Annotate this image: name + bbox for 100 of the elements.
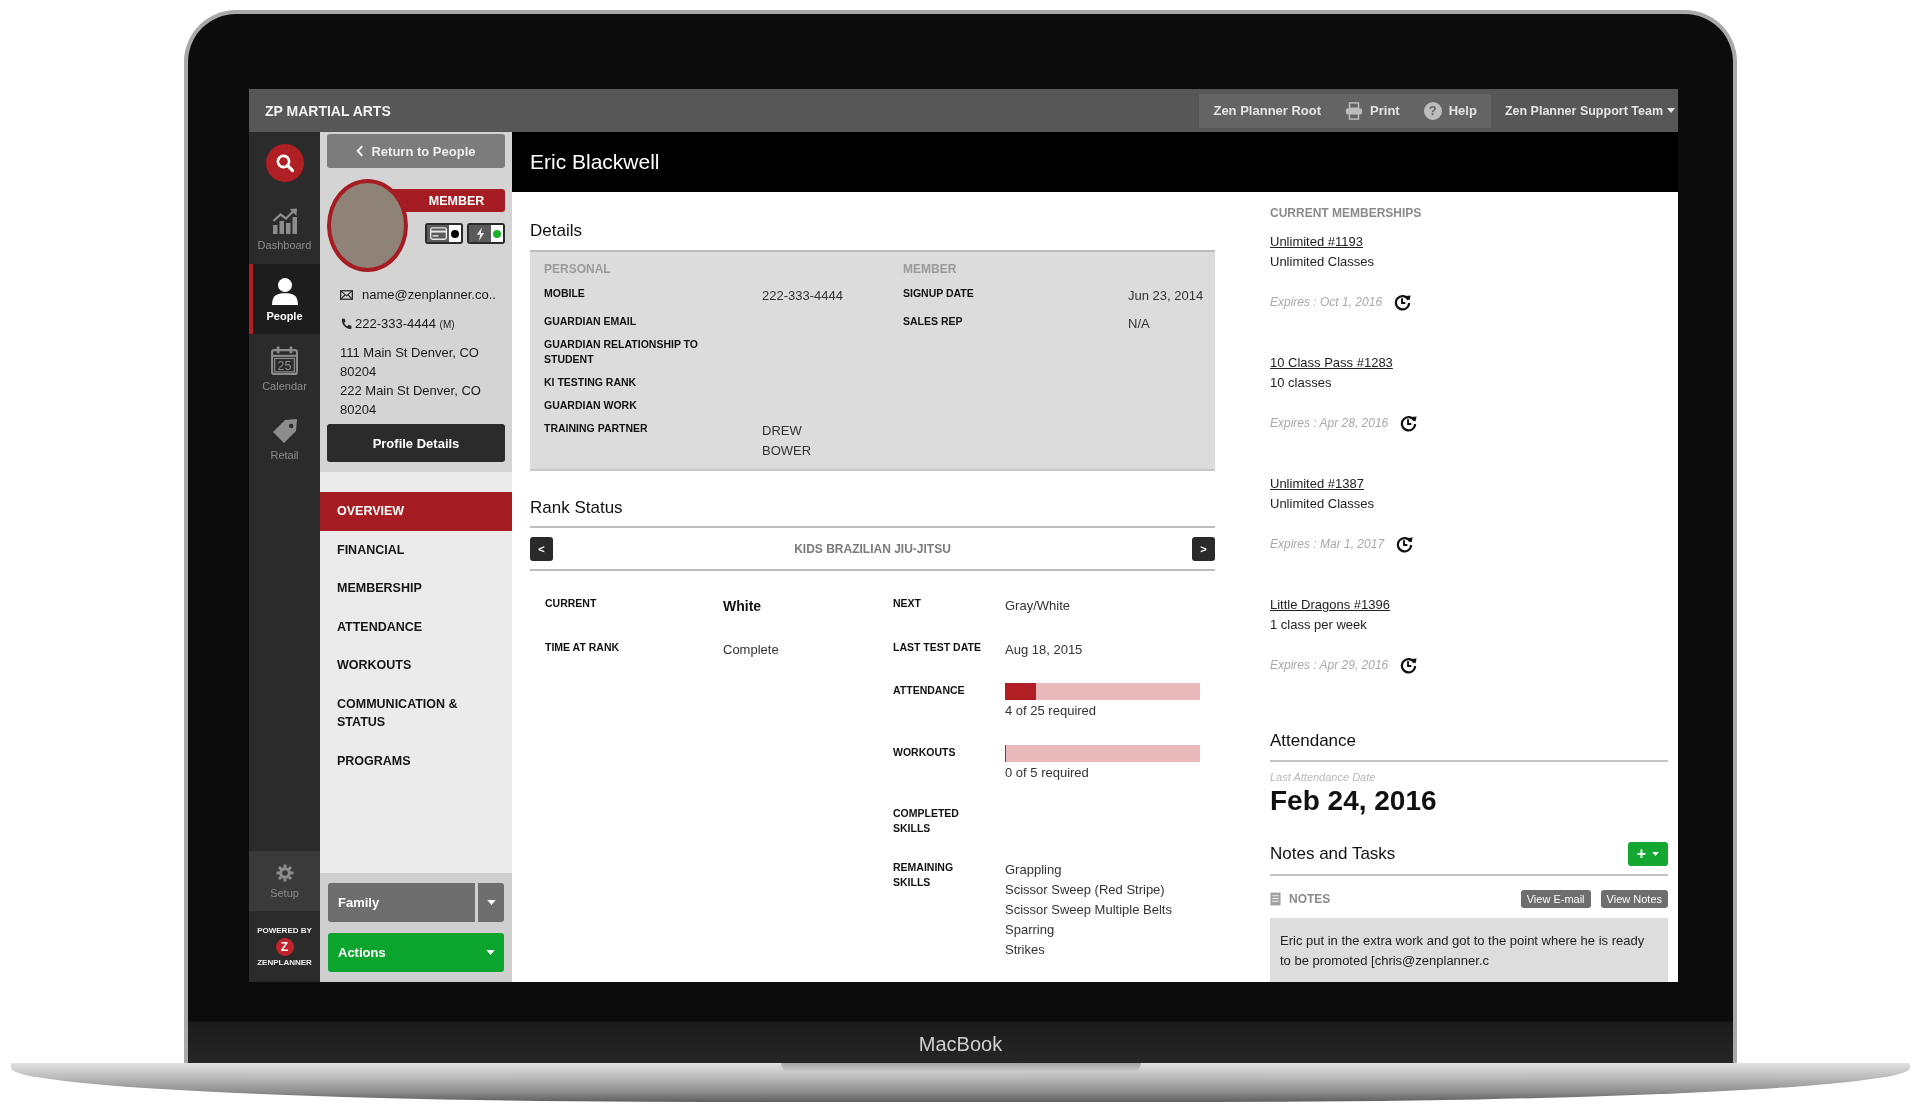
membership-description: 1 class per week: [1270, 616, 1367, 634]
field-label: SIGNUP DATE: [903, 286, 975, 301]
notes-action-button[interactable]: View Notes: [1600, 890, 1668, 908]
last-attendance-caption: Last Attendance Date: [1270, 770, 1377, 784]
membership-description: Unlimited Classes: [1270, 495, 1375, 513]
caret-down-icon: [1652, 852, 1660, 856]
skill-item: Grappling: [1005, 860, 1063, 879]
field-label: CURRENT: [545, 596, 598, 611]
membership-link[interactable]: 10 Class Pass #1283: [1270, 353, 1393, 373]
section-nav-item[interactable]: PROGRAMS: [320, 741, 512, 780]
return-button[interactable]: Return to People: [327, 134, 505, 168]
field-label: TIME AT RANK: [545, 639, 621, 655]
phone-number: 222-333-4444 (M): [355, 315, 455, 333]
skill-item: Sparring: [1005, 920, 1056, 939]
expiry-date: Expires : Oct 1, 2016: [1270, 294, 1383, 311]
section-title: Notes and Tasks: [1270, 843, 1396, 865]
skill-item: Scissor Sweep Multiple Belts: [1005, 900, 1173, 919]
field-label: SALES REP: [903, 314, 964, 329]
notes-icon: [1270, 892, 1281, 906]
chevron-left-icon: [356, 145, 365, 157]
progress-caption: 0 of 5 required: [1005, 763, 1090, 782]
field-label: MOBILE: [544, 286, 586, 301]
field-label: KI TESTING RANK: [544, 375, 638, 390]
app-name: ZP MARTIAL ARTS: [265, 102, 391, 119]
settings-icon: [275, 863, 294, 882]
caret-down-icon: [1667, 108, 1675, 113]
caret-down-icon: [486, 900, 496, 905]
postal-address: 111 Main St Denver, CO 80204: [340, 344, 480, 381]
section-nav-item[interactable]: OVERVIEW: [320, 492, 512, 531]
membership-description: 10 classes: [1270, 374, 1332, 392]
skill-item: Scissor Sweep (Red Stripe): [1005, 880, 1166, 899]
field-label: ATTENDANCE: [893, 683, 966, 698]
field-value: Complete: [723, 640, 780, 659]
field-label: REMAINING SKILLS: [893, 859, 955, 890]
user-menu[interactable]: Zen Planner Support Team: [1504, 103, 1678, 118]
powered-by-caption: POWERED BY: [257, 925, 312, 936]
help-icon: ?: [1423, 101, 1442, 120]
group-heading: PERSONAL: [544, 261, 612, 277]
caret-down-icon: [486, 950, 495, 955]
field-label: GUARDIAN WORK: [544, 398, 638, 413]
clock-arrow-icon[interactable]: [1394, 293, 1412, 311]
memberships-heading: CURRENT MEMBERSHIPS: [1270, 205, 1423, 221]
section-nav-item[interactable]: ATTENDANCE: [320, 607, 512, 646]
device-label: MacBook: [918, 1033, 1003, 1055]
field-label: GUARDIAN RELATIONSHIP TO STUDENT: [544, 337, 699, 367]
field-label: WORKOUTS: [893, 744, 957, 760]
section-nav-item[interactable]: COMMUNICATION & STATUS: [320, 684, 512, 742]
postal-address: 222 Main St Denver, CO 80204: [340, 382, 482, 419]
group-heading: MEMBER: [903, 261, 958, 277]
membership-link[interactable]: Unlimited #1387: [1270, 474, 1364, 494]
field-label: TRAINING PARTNER: [544, 421, 649, 436]
field-value: Jun 23, 2014: [1128, 287, 1205, 305]
field-value: 222-333-4444: [762, 287, 844, 305]
top-nav-link[interactable]: Zen Planner Root: [1213, 102, 1322, 119]
previous-button[interactable]: <: [530, 537, 553, 561]
rail-nav-item[interactable]: 25 Calendar: [249, 334, 320, 404]
expiry-date: Expires : Apr 29, 2016: [1270, 657, 1389, 674]
skill-item: Strikes: [1005, 940, 1046, 959]
field-label: COMPLETED SKILLS: [893, 806, 960, 836]
family-select[interactable]: Family: [328, 883, 504, 922]
membership-link[interactable]: Unlimited #1193: [1270, 232, 1363, 252]
envelope-icon: [340, 289, 353, 300]
progress-caption: 4 of 25 required: [1005, 702, 1098, 720]
membership-link[interactable]: Little Dragons #1396: [1270, 595, 1390, 615]
setup-nav-item[interactable]: Setup: [249, 851, 320, 911]
search-icon: [274, 153, 295, 173]
phone-icon: [340, 318, 352, 330]
print-link[interactable]: Print: [1345, 101, 1400, 120]
bolt-icon: [475, 226, 485, 241]
section-title: Details: [530, 220, 583, 242]
profile-details-button[interactable]: Profile Details: [327, 424, 505, 462]
clock-arrow-icon[interactable]: [1400, 414, 1418, 432]
clock-arrow-icon[interactable]: [1400, 656, 1418, 674]
help-link[interactable]: ? Help: [1423, 101, 1477, 120]
rail-nav-item[interactable]: Retail: [249, 404, 320, 474]
field-label: LAST TEST DATE: [893, 639, 982, 655]
rail-nav-item[interactable]: Dashboard: [249, 194, 320, 264]
section-title: Attendance: [1270, 730, 1356, 752]
next-button[interactable]: >: [1192, 537, 1215, 561]
field-value: DREW BOWER: [762, 422, 813, 460]
rail-nav-item[interactable]: People: [249, 264, 320, 334]
membership-description: Unlimited Classes: [1270, 253, 1375, 271]
field-value: Gray/White: [1005, 597, 1071, 615]
person-icon: [270, 276, 299, 305]
section-nav-item[interactable]: FINANCIAL: [320, 530, 512, 569]
last-attendance-date: Feb 24, 2016: [1270, 784, 1438, 818]
expiry-date: Expires : Apr 28, 2016: [1270, 415, 1389, 432]
section-nav-item[interactable]: WORKOUTS: [320, 646, 512, 685]
section-nav-item[interactable]: MEMBERSHIP: [320, 569, 512, 608]
field-value: Aug 18, 2015: [1005, 640, 1084, 659]
clock-arrow-icon[interactable]: [1396, 535, 1414, 553]
field-value: N/A: [1128, 315, 1151, 333]
field-label: NEXT: [893, 596, 922, 611]
field-label: GUARDIAN EMAIL: [544, 314, 638, 329]
notes-action-button[interactable]: View E-mail: [1520, 890, 1591, 908]
email-address: name@zenplanner.co..: [362, 286, 496, 304]
calendar-day-number: 25: [277, 359, 292, 374]
note-text: Eric put in the extra work and got to the point where he is ready to be promoted [chris@zenplanner.c: [1280, 932, 1646, 970]
notes-label: NOTES: [1289, 892, 1331, 906]
search-button[interactable]: [265, 144, 304, 182]
